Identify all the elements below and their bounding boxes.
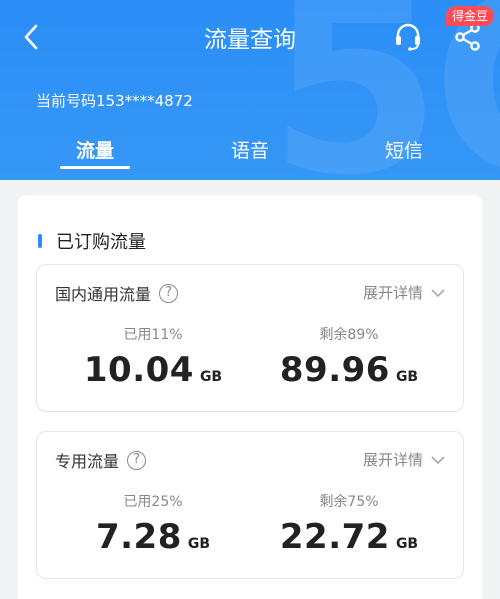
section-header: 已订购流量 xyxy=(38,228,146,254)
remaining-unit: GB xyxy=(395,369,419,385)
section-title: 已订购流量 xyxy=(56,232,146,253)
remaining-amount: 22.72 xyxy=(279,517,390,557)
used-amount: 10.04 xyxy=(83,350,194,390)
used-stat: 已用11% 10.04 GB xyxy=(53,324,253,390)
expand-label: 展开详情 xyxy=(362,451,423,469)
remaining-value: 89.96 GB xyxy=(249,350,449,390)
remaining-amount: 89.96 xyxy=(279,350,390,390)
card-name-label: 专用流量 xyxy=(55,452,120,471)
remaining-label: 剩余75% xyxy=(319,494,379,510)
used-unit: GB xyxy=(187,536,211,552)
current-phone-number: 当前号码153****4872 xyxy=(36,92,193,110)
header-bar: 5G 流量查询 当前号码153****4872 流量 语音 短信 xyxy=(0,0,500,180)
used-value: 7.28 GB xyxy=(53,517,253,557)
data-card-dedicated: 专用流量 ? 展开详情 已用25% 7.28 GB 剩余75% 22.72 GB xyxy=(36,431,464,579)
remaining-value: 22.72 GB xyxy=(249,517,449,557)
used-unit: GB xyxy=(199,369,223,385)
used-label: 已用25% xyxy=(123,494,183,510)
share-button[interactable] xyxy=(454,22,482,52)
tab-sms[interactable]: 短信 xyxy=(364,136,444,163)
share-icon xyxy=(455,23,480,51)
customer-service-button[interactable] xyxy=(394,22,422,52)
used-label: 已用11% xyxy=(123,327,183,343)
remaining-label: 剩余89% xyxy=(319,327,379,343)
chevron-down-icon xyxy=(431,288,445,297)
used-stat: 已用25% 7.28 GB xyxy=(53,491,253,557)
card-name-label: 国内通用流量 xyxy=(55,285,152,304)
used-amount: 7.28 xyxy=(95,517,182,557)
gold-beans-badge[interactable]: 得金豆 xyxy=(446,6,495,26)
chevron-down-icon xyxy=(431,455,445,464)
section-accent-bar xyxy=(38,234,42,248)
help-icon[interactable]: ? xyxy=(159,283,179,303)
tab-voice[interactable]: 语音 xyxy=(210,136,290,163)
expand-details-button[interactable]: 展开详情 xyxy=(363,449,445,470)
headset-icon xyxy=(396,23,420,51)
active-tab-indicator xyxy=(60,166,130,169)
expand-label: 展开详情 xyxy=(362,284,423,302)
help-icon[interactable]: ? xyxy=(127,450,147,470)
data-card-general: 国内通用流量 ? 展开详情 已用11% 10.04 GB 剩余89% 89.96 G… xyxy=(36,264,464,412)
tab-data[interactable]: 流量 xyxy=(55,136,135,163)
remaining-unit: GB xyxy=(395,536,419,552)
used-value: 10.04 GB xyxy=(53,350,253,390)
card-name: 专用流量 ? xyxy=(55,448,147,472)
remaining-stat: 剩余89% 89.96 GB xyxy=(249,324,449,390)
expand-details-button[interactable]: 展开详情 xyxy=(363,282,445,303)
remaining-stat: 剩余75% 22.72 GB xyxy=(249,491,449,557)
tab-bar: 流量 语音 短信 xyxy=(0,136,500,180)
card-name: 国内通用流量 ? xyxy=(55,281,179,305)
page-title: 流量查询 xyxy=(204,27,296,53)
